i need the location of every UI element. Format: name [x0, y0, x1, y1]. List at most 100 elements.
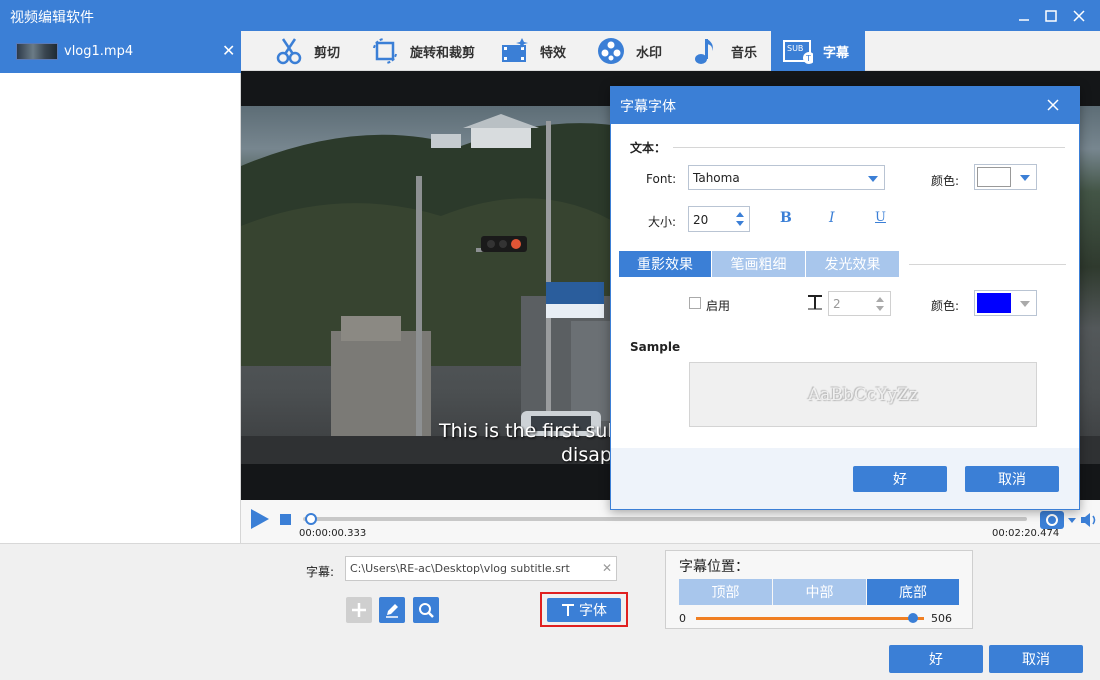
bold-button[interactable]: B: [780, 210, 792, 226]
position-middle[interactable]: 中部: [773, 579, 866, 605]
shadow-color-swatch: [977, 293, 1011, 313]
font-button[interactable]: 字体: [547, 598, 621, 622]
timeline-track[interactable]: [303, 513, 1027, 525]
size-label: 大小:: [648, 215, 677, 229]
svg-text:T: T: [805, 54, 811, 63]
close-icon: [1047, 99, 1059, 111]
shadow-size-value: 2: [833, 297, 841, 311]
shadow-color-label: 颜色:: [931, 299, 960, 313]
total-time: 00:02:20.474: [992, 528, 1060, 539]
tab-effects[interactable]: 特效: [500, 31, 566, 71]
sample-text: AaBbCcYyZz: [808, 384, 918, 405]
tab-rotate-crop[interactable]: 旋转和裁剪: [370, 31, 475, 71]
text-color-picker[interactable]: [974, 164, 1037, 190]
sample-preview: AaBbCcYyZz: [689, 362, 1037, 427]
close-window-button[interactable]: [1065, 0, 1093, 31]
position-slider-handle[interactable]: [907, 613, 918, 623]
enable-label: 启用: [706, 299, 731, 313]
dialog-cancel-button[interactable]: 取消: [965, 466, 1059, 492]
maximize-icon: [1045, 9, 1057, 22]
tab-stroke-width[interactable]: 笔画粗细: [712, 251, 805, 277]
file-item[interactable]: vlog1.mp4 ✕: [0, 31, 241, 73]
font-select[interactable]: Tahoma: [688, 165, 885, 190]
tab-glow-effect[interactable]: 发光效果: [806, 251, 899, 277]
size-value: 20: [693, 213, 709, 227]
music-icon: [691, 36, 721, 66]
plus-icon: [352, 603, 366, 617]
cancel-button[interactable]: 取消: [989, 645, 1083, 673]
tab-music[interactable]: 音乐: [691, 31, 757, 71]
subtitle-font-dialog: 字幕字体 文本： Font: Tahoma 颜色: 大小: 20 B I U 重…: [610, 86, 1080, 510]
tab-subtitle[interactable]: SUB T 字幕: [771, 31, 865, 71]
tab-shadow-effect[interactable]: 重影效果: [619, 251, 711, 277]
subtitle-position-group: 字幕位置： 顶部 中部 底部 0 506: [665, 550, 973, 629]
svg-text:SUB: SUB: [787, 44, 803, 53]
snapshot-dropdown[interactable]: [1067, 514, 1077, 528]
video-thumbnail: [16, 43, 58, 60]
tab-divider: [909, 264, 1066, 265]
enable-checkbox[interactable]: [689, 297, 701, 309]
font-select-value: Tahoma: [693, 171, 740, 185]
position-top[interactable]: 顶部: [679, 579, 772, 605]
tab-effects-label: 特效: [540, 45, 567, 61]
text-size-icon: [808, 295, 822, 310]
maximize-button[interactable]: [1037, 0, 1065, 31]
chevron-down-icon: [1068, 518, 1076, 523]
search-subtitle-button[interactable]: [413, 597, 439, 623]
file-name: vlog1.mp4: [64, 44, 134, 59]
dialog-ok-button[interactable]: 好: [853, 466, 947, 492]
tab-cut-label: 剪切: [314, 45, 341, 61]
text-t-icon: [562, 604, 574, 616]
shadow-color-picker[interactable]: [974, 290, 1037, 316]
subtitle-file-label: 字幕:: [306, 565, 335, 579]
scissors-icon: [274, 36, 304, 66]
rotate-crop-icon: [370, 36, 400, 66]
clear-file-icon[interactable]: ✕: [602, 561, 612, 575]
position-bottom[interactable]: 底部: [867, 579, 959, 605]
watermark-icon: [596, 36, 626, 66]
tab-cut[interactable]: 剪切: [274, 31, 340, 71]
current-time: 00:00:00.333: [299, 528, 367, 539]
subtitle-settings-panel: 字幕: C:\Users\RE-ac\Desktop\vlog subtitle…: [0, 543, 1100, 680]
ok-button[interactable]: 好: [889, 645, 983, 673]
chevron-down-icon: [1020, 175, 1030, 181]
tab-music-label: 音乐: [731, 45, 758, 61]
camera-icon: [1046, 514, 1058, 526]
subtitle-file-path: C:\Users\RE-ac\Desktop\vlog subtitle.srt: [350, 562, 570, 575]
stepper-arrows-icon: [876, 297, 884, 311]
subtitle-text-line1: This is the first subt: [439, 420, 627, 442]
dialog-title: 字幕字体: [620, 99, 676, 115]
play-icon: [251, 509, 269, 529]
size-stepper[interactable]: 20: [688, 206, 750, 232]
tab-watermark[interactable]: 水印: [596, 31, 662, 71]
text-section-label: 文本：: [630, 141, 667, 155]
slider-max: 506: [931, 612, 952, 625]
chevron-down-icon: [1020, 301, 1030, 307]
stop-button[interactable]: [280, 514, 291, 525]
chevron-down-icon: [868, 176, 878, 182]
dialog-close-button[interactable]: [1047, 99, 1059, 114]
subtitle-file-field[interactable]: C:\Users\RE-ac\Desktop\vlog subtitle.srt…: [345, 556, 617, 581]
position-slider[interactable]: [696, 613, 924, 623]
edit-subtitle-button[interactable]: [379, 597, 405, 623]
font-label: Font:: [646, 172, 677, 186]
add-subtitle-button[interactable]: [346, 597, 372, 623]
remove-file-button[interactable]: ✕: [222, 41, 235, 60]
shadow-size-stepper[interactable]: 2: [828, 291, 891, 316]
timeline-handle[interactable]: [304, 513, 317, 525]
underline-button[interactable]: U: [875, 210, 886, 225]
tab-watermark-label: 水印: [636, 45, 663, 61]
section-divider: [673, 147, 1065, 148]
italic-button[interactable]: I: [829, 210, 835, 226]
minimize-button[interactable]: [1010, 0, 1038, 31]
volume-button[interactable]: [1079, 510, 1099, 533]
close-icon: [1073, 9, 1085, 22]
edit-toolbar: 剪切 旋转和裁剪 特效 水印 音乐 SUB T 字幕: [241, 31, 1100, 71]
effects-icon: [500, 36, 530, 66]
play-button[interactable]: [249, 508, 271, 533]
font-button-label: 字体: [579, 603, 607, 619]
tab-subtitle-label: 字幕: [823, 45, 850, 61]
dialog-footer: 好 取消: [611, 448, 1079, 509]
snapshot-button[interactable]: [1040, 511, 1064, 529]
subtitle-icon: SUB T: [783, 36, 813, 66]
